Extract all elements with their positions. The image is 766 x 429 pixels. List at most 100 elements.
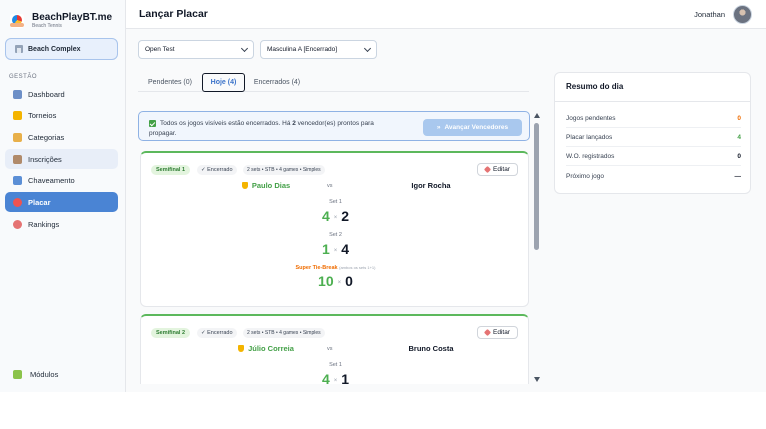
building-icon	[15, 45, 23, 53]
summary-row-value: 0	[737, 152, 741, 160]
stb-score: 10 × 0	[141, 273, 530, 289]
scroll-up-icon[interactable]	[534, 113, 540, 118]
page-title: Lançar Placar	[139, 8, 208, 20]
chart-icon	[13, 89, 22, 99]
scrollbar-thumb[interactable]	[534, 123, 539, 250]
summary-row-value: 0	[737, 114, 741, 122]
sidebar-item-chaveamento[interactable]: Chaveamento	[5, 171, 118, 191]
daily-summary-panel: Resumo do dia Jogos pendentes 0 Placar l…	[554, 72, 751, 194]
summary-row-value: 4	[737, 133, 741, 141]
player1-name: Paulo Dias	[211, 181, 321, 190]
summary-row: W.O. registrados 0	[566, 147, 741, 166]
sidebar-item-label: Chaveamento	[28, 176, 75, 186]
brand[interactable]: BeachPlayBT.me Beach Tennis	[0, 0, 125, 32]
trophy-icon	[13, 111, 22, 121]
avatar[interactable]	[733, 4, 752, 24]
folder-icon	[13, 132, 22, 142]
main-content: Lançar Placar Jonathan Open Test Masculi…	[126, 0, 766, 392]
vs-label: vs	[327, 346, 333, 352]
tabs: Pendentes (0) Hoje (4) Encerrados (4)	[138, 73, 529, 92]
clipboard-icon	[13, 154, 22, 164]
scroll-down-icon[interactable]	[534, 377, 540, 382]
summary-row-label: Placar lançados	[566, 133, 613, 141]
summary-title: Resumo do dia	[566, 82, 624, 91]
summary-row: Jogos pendentes 0	[566, 109, 741, 128]
match-card: Semifinal 2 ✓ Encerrado 2 sets • STB • 4…	[140, 314, 529, 384]
advance-winners-label: Avançar Vencedores	[444, 124, 509, 131]
sidebar: BeachPlayBT.me Beach Tennis Beach Comple…	[0, 0, 126, 392]
score-separator: ×	[333, 378, 338, 384]
chevron-down-icon	[363, 44, 372, 53]
sidebar-item-torneios[interactable]: Torneios	[5, 106, 118, 126]
edit-button-label: Editar	[493, 166, 510, 173]
brand-subtitle: Beach Tennis	[32, 22, 62, 29]
player1-label: Júlio Correia	[248, 344, 294, 353]
edit-button[interactable]: Editar	[477, 163, 518, 176]
score-p1: 10	[318, 273, 334, 289]
status-badge: ✓ Encerrado	[197, 328, 237, 338]
user-menu[interactable]: Jonathan	[694, 4, 752, 24]
sidebar-item-dashboard[interactable]: Dashboard	[5, 84, 118, 104]
player2-name: Bruno Costa	[408, 344, 454, 353]
sidebar-item-label: Módulos	[30, 369, 59, 379]
stb-label: Super Tie-Break	[295, 265, 338, 271]
format-badge: 2 sets • STB • 4 games • Simples	[243, 328, 325, 338]
score-separator: ×	[333, 248, 338, 254]
org-selector[interactable]: Beach Complex	[5, 38, 118, 60]
brand-name: BeachPlayBT.me	[32, 11, 113, 23]
chevron-down-icon	[240, 44, 249, 53]
score-p2: 0	[345, 273, 353, 289]
logo-icon	[10, 13, 24, 28]
sidebar-item-label: Dashboard	[28, 89, 65, 99]
score-separator: ×	[333, 215, 338, 221]
set-label: Set 1	[329, 199, 342, 205]
sidebar-nav: Dashboard Torneios Categorias Inscrições…	[5, 84, 118, 234]
notice-text-a: Todos os jogos visíveis estão encerrados…	[160, 120, 293, 127]
player1-name: Júlio Correia	[211, 344, 321, 353]
set-score: 4 × 2	[141, 208, 530, 224]
filters: Open Test Masculina A [Encerrado]	[138, 40, 377, 59]
summary-row-value: —	[734, 173, 742, 180]
pencil-icon	[483, 165, 492, 174]
score-p1: 4	[321, 371, 330, 384]
match-card: Semifinal 1 ✓ Encerrado 2 sets • STB • 4…	[140, 151, 529, 307]
summary-row-label: Próximo jogo	[566, 173, 604, 180]
topbar: Lançar Placar Jonathan	[126, 0, 766, 29]
vs-label: vs	[327, 183, 333, 189]
score-p2: 2	[341, 208, 350, 224]
tournament-select-value: Open Test	[145, 46, 175, 53]
medal-icon	[13, 219, 22, 229]
sidebar-item-inscricoes[interactable]: Inscrições	[5, 149, 118, 170]
summary-row-label: Jogos pendentes	[566, 114, 616, 122]
scrollbar[interactable]	[533, 111, 541, 383]
tab-pendentes[interactable]: Pendentes (0)	[138, 73, 202, 92]
sidebar-item-label: Inscrições	[28, 154, 62, 164]
set-score: 4 × 1	[141, 371, 530, 384]
sidebar-item-modulos[interactable]: Módulos	[5, 364, 58, 384]
score-p1: 4	[321, 208, 330, 224]
edit-button[interactable]: Editar	[477, 326, 518, 339]
tab-encerrados[interactable]: Encerrados (4)	[247, 73, 307, 92]
sidebar-item-placar[interactable]: Placar	[5, 192, 118, 213]
super-tiebreak-label: Super Tie-Break (ambos os sets 1+1)	[141, 265, 530, 271]
tab-hoje[interactable]: Hoje (4)	[202, 73, 245, 92]
stb-note: (ambos os sets 1+1)	[339, 265, 376, 270]
advance-winners-button[interactable]: » Avançar Vencedores	[423, 119, 522, 136]
user-name: Jonathan	[694, 9, 725, 19]
notice-banner: Todos os jogos visíveis estão encerrados…	[138, 111, 530, 141]
match-list: Todos os jogos visíveis estão encerrados…	[138, 106, 531, 384]
summary-row: Próximo jogo —	[566, 167, 741, 186]
app-window: BeachPlayBT.me Beach Tennis Beach Comple…	[0, 0, 766, 392]
puzzle-icon	[13, 369, 22, 379]
set-label: Set 2	[329, 232, 342, 238]
sidebar-item-categorias[interactable]: Categorias	[5, 127, 118, 147]
arrow-icon: »	[436, 124, 441, 131]
phase-badge: Semifinal 1	[151, 165, 191, 175]
tournament-select[interactable]: Open Test	[138, 40, 254, 59]
category-select[interactable]: Masculina A [Encerrado]	[260, 40, 377, 59]
sidebar-item-rankings[interactable]: Rankings	[5, 214, 118, 234]
score-p2: 1	[341, 371, 350, 384]
org-name: Beach Complex	[28, 45, 81, 53]
score-separator: ×	[337, 280, 342, 286]
player1-label: Paulo Dias	[251, 181, 291, 190]
